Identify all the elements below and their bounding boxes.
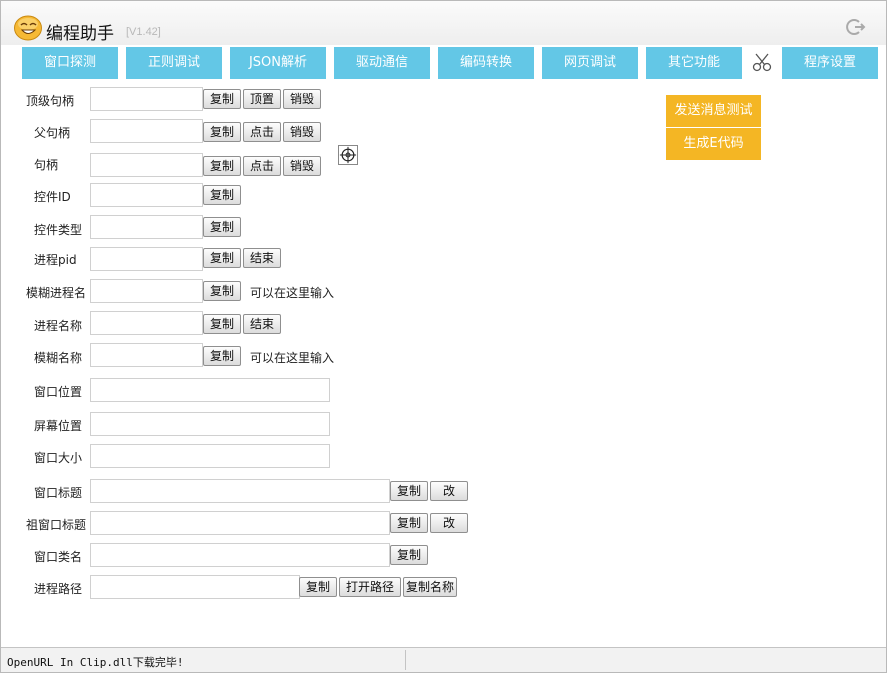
parent-handle-destroy-button[interactable]: 销毁 [283,122,321,142]
label-control-id: 控件ID [34,190,71,204]
window-class-copy-button[interactable]: 复制 [390,545,428,565]
process-path-open-button[interactable]: 打开路径 [339,577,401,597]
label-window-position: 窗口位置 [34,385,83,399]
title-bar: 编程助手 [V1.42] [1,1,886,45]
send-message-test-button[interactable]: 发送消息测试 [666,95,761,127]
process-pid-end-button[interactable]: 结束 [243,248,281,268]
label-screen-position: 屏幕位置 [34,419,83,433]
window-title-input[interactable] [90,479,390,503]
label-window-size: 窗口大小 [34,451,83,465]
process-path-copy-button[interactable]: 复制 [299,577,337,597]
parent-handle-input[interactable] [90,119,203,143]
label-process-pid: 进程pid [34,253,77,267]
fuzzy-process-input[interactable] [90,279,203,303]
process-name-input[interactable] [90,311,203,335]
label-window-title: 窗口标题 [34,486,83,500]
label-process-name: 进程名称 [34,319,83,333]
tab-other-functions[interactable]: 其它功能 [646,47,742,79]
control-type-copy-button[interactable]: 复制 [203,217,241,237]
window-title-change-button[interactable]: 改 [430,481,468,501]
window-position-input[interactable] [90,378,330,402]
handle-click-button[interactable]: 点击 [243,156,281,176]
control-id-copy-button[interactable]: 复制 [203,185,241,205]
control-id-input[interactable] [90,183,203,207]
handle-input[interactable] [90,153,203,177]
label-process-path: 进程路径 [34,582,83,596]
fuzzy-name-hint: 可以在这里输入 [250,351,335,365]
window-class-input[interactable] [90,543,390,567]
screen-position-input[interactable] [90,412,330,436]
status-bar: OpenURL In Clip.dll下载完毕! [1,647,886,672]
app-title: 编程助手 [46,24,114,44]
tab-window-detect[interactable]: 窗口探测 [22,47,118,79]
fuzzy-process-hint: 可以在这里输入 [250,286,335,300]
label-parent-handle: 父句柄 [34,126,71,140]
tab-program-settings[interactable]: 程序设置 [782,47,878,79]
label-top-handle: 顶级句柄 [26,94,75,108]
tab-driver-comm[interactable]: 驱动通信 [334,47,430,79]
tab-encode-convert[interactable]: 编码转换 [438,47,534,79]
smiley-logo-icon [14,15,42,41]
fuzzy-name-input[interactable] [90,343,203,367]
scissors-icon[interactable] [744,47,780,79]
control-type-input[interactable] [90,215,203,239]
crosshair-finder-icon[interactable] [338,145,358,165]
tab-web-debug[interactable]: 网页调试 [542,47,638,79]
status-divider [405,650,406,670]
top-handle-destroy-button[interactable]: 销毁 [283,89,321,109]
process-name-end-button[interactable]: 结束 [243,314,281,334]
app-version: [V1.42] [126,26,161,38]
window-title-copy-button[interactable]: 复制 [390,481,428,501]
status-message: OpenURL In Clip.dll下载完毕! [7,656,184,669]
top-handle-input[interactable] [90,87,203,111]
label-fuzzy-name: 模糊名称 [34,351,83,365]
root-window-title-copy-button[interactable]: 复制 [390,513,428,533]
handle-destroy-button[interactable]: 销毁 [283,156,321,176]
process-path-input[interactable] [90,575,300,599]
process-pid-copy-button[interactable]: 复制 [203,248,241,268]
fuzzy-name-copy-button[interactable]: 复制 [203,346,241,366]
tab-bar: 窗口探测 正则调试 JSON解析 驱动通信 编码转换 网页调试 其它功能 程序设… [1,47,886,79]
root-window-title-input[interactable] [90,511,390,535]
label-handle: 句柄 [34,158,59,172]
exit-icon[interactable] [846,17,866,37]
fuzzy-process-copy-button[interactable]: 复制 [203,281,241,301]
main-window: 编程助手 [V1.42] 窗口探测 正则调试 JSON解析 驱动通信 编码转换 … [0,0,887,673]
process-path-copy-name-button[interactable]: 复制名称 [403,577,457,597]
top-handle-copy-button[interactable]: 复制 [203,89,241,109]
label-window-class: 窗口类名 [34,550,83,564]
root-window-title-change-button[interactable]: 改 [430,513,468,533]
label-fuzzy-process: 模糊进程名 [26,286,87,300]
label-root-window-title: 祖窗口标题 [26,518,87,532]
process-pid-input[interactable] [90,247,203,271]
generate-e-code-button[interactable]: 生成E代码 [666,128,761,160]
process-name-copy-button[interactable]: 复制 [203,314,241,334]
window-size-input[interactable] [90,444,330,468]
handle-copy-button[interactable]: 复制 [203,156,241,176]
parent-handle-click-button[interactable]: 点击 [243,122,281,142]
parent-handle-copy-button[interactable]: 复制 [203,122,241,142]
tab-regex-debug[interactable]: 正则调试 [126,47,222,79]
top-handle-topmost-button[interactable]: 顶置 [243,89,281,109]
tab-json-parse[interactable]: JSON解析 [230,47,326,79]
label-control-type: 控件类型 [34,223,83,237]
